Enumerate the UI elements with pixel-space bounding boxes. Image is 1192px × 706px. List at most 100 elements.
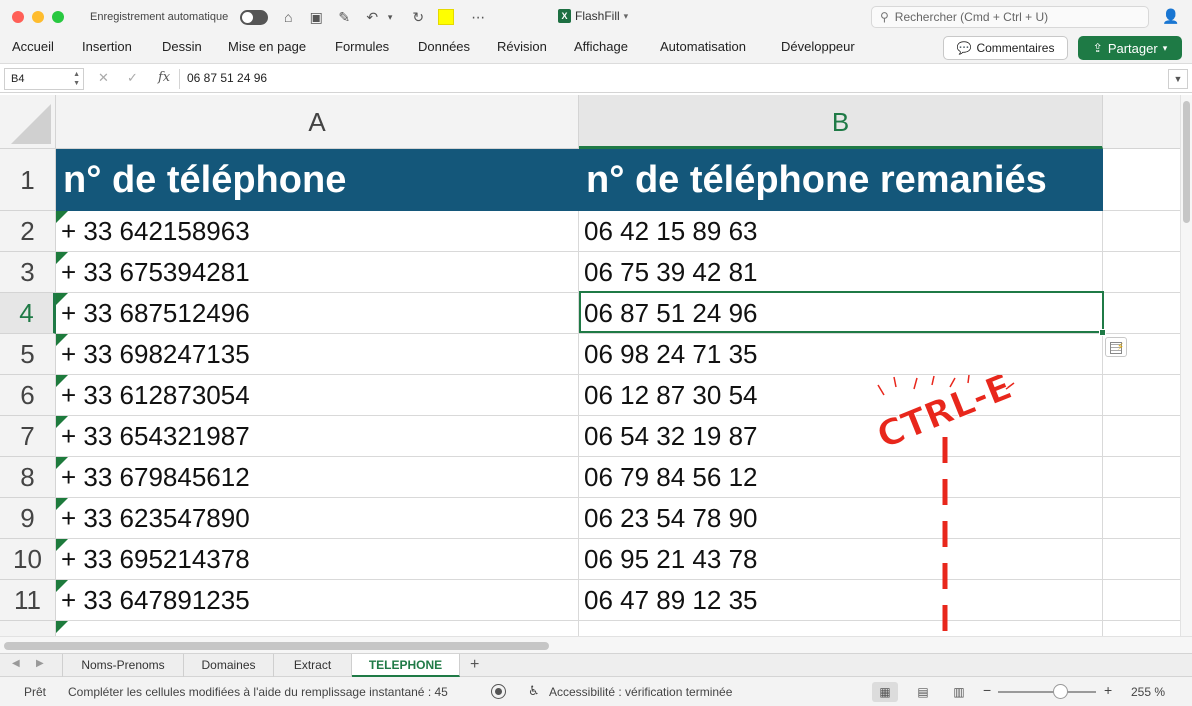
cancel-icon[interactable]: ✕ [98, 70, 109, 86]
cell-C6[interactable] [1103, 375, 1180, 416]
tab-dessin[interactable]: Dessin [162, 39, 202, 54]
column-header-b[interactable]: B [579, 95, 1103, 149]
insert-function-icon[interactable]: fx [158, 70, 170, 85]
add-sheet-icon[interactable]: + [470, 655, 479, 675]
row-header[interactable]: 1 [0, 149, 56, 211]
cell-C1[interactable] [1103, 149, 1180, 211]
check-icon[interactable]: ✓ [127, 70, 138, 86]
row-header[interactable]: 10 [0, 539, 56, 580]
expand-formula-bar-icon[interactable]: ▼ [1168, 69, 1188, 89]
document-title-area[interactable]: X FlashFill ▾ [558, 9, 628, 23]
cell-C9[interactable] [1103, 498, 1180, 539]
sheet-tab-extract[interactable]: Extract [274, 654, 352, 677]
select-all-corner[interactable] [0, 95, 56, 149]
error-indicator-icon[interactable] [56, 334, 68, 346]
account-icon[interactable]: 👤 [1162, 8, 1179, 25]
cell-B1[interactable]: n° de téléphone remaniés [579, 149, 1103, 211]
spreadsheet-grid[interactable]: A B 1 n° de téléphone n° de téléphone rema… [0, 95, 1180, 636]
cell-C12[interactable] [1103, 621, 1180, 636]
autosave-toggle[interactable] [240, 9, 269, 25]
cell-C8[interactable] [1103, 457, 1180, 498]
error-indicator-icon[interactable] [56, 457, 68, 469]
tab-mise-en-page[interactable]: Mise en page [228, 39, 306, 54]
cell-A3[interactable]: + 33 675394281 [56, 252, 579, 293]
accessibility-status[interactable]: Accessibilité : vérification terminée [549, 685, 732, 699]
cell-A12[interactable] [56, 621, 579, 636]
tab-automatisation[interactable]: Automatisation [660, 39, 746, 54]
share-button[interactable]: ⇪ Partager ▾ [1078, 36, 1182, 60]
undo-icon[interactable]: ↶ [364, 9, 380, 25]
zoom-level[interactable]: 255 % [1131, 685, 1165, 699]
sheet-tab-domaines[interactable]: Domaines [184, 654, 274, 677]
cell-A8[interactable]: + 33 679845612 [56, 457, 579, 498]
error-indicator-icon[interactable] [56, 539, 68, 551]
vertical-scroll-thumb[interactable] [1183, 101, 1190, 223]
sheet-tab-telephone[interactable]: TELEPHONE [352, 654, 460, 677]
column-header-c[interactable] [1103, 95, 1180, 149]
cell-B6[interactable]: 06 12 87 30 54 [579, 375, 1103, 416]
column-header-a[interactable]: A [56, 95, 579, 149]
cell-A6[interactable]: + 33 612873054 [56, 375, 579, 416]
vertical-scrollbar[interactable] [1180, 95, 1192, 636]
tab-insertion[interactable]: Insertion [82, 39, 132, 54]
error-indicator-icon[interactable] [56, 293, 68, 305]
cell-B12[interactable] [579, 621, 1103, 636]
cell-C10[interactable] [1103, 539, 1180, 580]
formula-input[interactable]: 06 87 51 24 96 [187, 71, 267, 85]
cell-B3[interactable]: 06 75 39 42 81 [579, 252, 1103, 293]
cell-A4[interactable]: + 33 687512496 [56, 293, 579, 334]
row-header[interactable]: 4 [0, 293, 56, 334]
row-header[interactable]: 7 [0, 416, 56, 457]
error-indicator-icon[interactable] [56, 252, 68, 264]
previous-sheet-icon[interactable]: ◀ [12, 658, 20, 669]
zoom-out-icon[interactable]: − [983, 682, 991, 698]
record-macro-icon[interactable] [491, 684, 506, 699]
close-window-button[interactable] [12, 11, 24, 23]
cell-C11[interactable] [1103, 580, 1180, 621]
flash-fill-options-icon[interactable] [1105, 337, 1127, 357]
cell-B9[interactable]: 06 23 54 78 90 [579, 498, 1103, 539]
cell-B5[interactable]: 06 98 24 71 35 [579, 334, 1103, 375]
redo-icon[interactable]: ↻ [410, 9, 426, 25]
cell-B4[interactable]: 06 87 51 24 96 [579, 293, 1103, 334]
minimize-window-button[interactable] [32, 11, 44, 23]
cell-A5[interactable]: + 33 698247135 [56, 334, 579, 375]
save-icon[interactable]: ▣ [308, 9, 324, 25]
row-header[interactable]: 8 [0, 457, 56, 498]
cell-A1[interactable]: n° de téléphone [56, 149, 579, 211]
zoom-window-button[interactable] [52, 11, 64, 23]
cell-B7[interactable]: 06 54 32 19 87 [579, 416, 1103, 457]
zoom-slider-track[interactable] [998, 691, 1096, 693]
cell-A7[interactable]: + 33 654321987 [56, 416, 579, 457]
cell-A10[interactable]: + 33 695214378 [56, 539, 579, 580]
highlight-color-swatch[interactable] [438, 9, 455, 25]
accessibility-icon[interactable]: ♿ [528, 683, 540, 699]
stepper-icon[interactable]: ▲ ▼ [73, 70, 80, 88]
cell-C7[interactable] [1103, 416, 1180, 457]
error-indicator-icon[interactable] [56, 498, 68, 510]
search-box[interactable]: ⚲ Rechercher (Cmd + Ctrl + U) [871, 6, 1149, 28]
cell-B8[interactable]: 06 79 84 56 12 [579, 457, 1103, 498]
row-header[interactable]: 11 [0, 580, 56, 621]
row-header[interactable]: 3 [0, 252, 56, 293]
fill-handle[interactable] [1099, 329, 1106, 336]
tab-formules[interactable]: Formules [335, 39, 389, 54]
tab-developpeur[interactable]: Développeur [781, 39, 855, 54]
cell-C3[interactable] [1103, 252, 1180, 293]
tab-revision[interactable]: Révision [497, 39, 547, 54]
row-header[interactable] [0, 621, 56, 636]
tab-affichage[interactable]: Affichage [574, 39, 628, 54]
comments-button[interactable]: 💬 Commentaires [943, 36, 1068, 60]
horizontal-scrollbar[interactable] [0, 636, 1192, 653]
page-break-view-icon[interactable]: ▥ [946, 682, 972, 702]
name-box[interactable]: B4 ▲ ▼ [4, 68, 84, 90]
tab-accueil[interactable]: Accueil [12, 39, 54, 54]
undo-dropdown-icon[interactable]: ▾ [382, 9, 398, 25]
sheet-tab-noms-prenoms[interactable]: Noms-Prenoms [62, 654, 184, 677]
cell-C2[interactable] [1103, 211, 1180, 252]
save-as-icon[interactable]: ✎ [336, 9, 352, 25]
row-header[interactable]: 6 [0, 375, 56, 416]
cell-B10[interactable]: 06 95 21 43 78 [579, 539, 1103, 580]
error-indicator-icon[interactable] [56, 211, 68, 223]
cell-B2[interactable]: 06 42 15 89 63 [579, 211, 1103, 252]
